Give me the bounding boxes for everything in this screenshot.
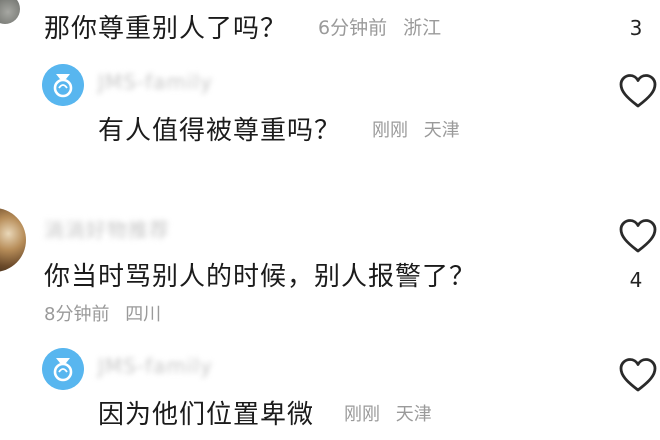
comment-meta: 刚刚 天津	[344, 400, 432, 426]
username[interactable]: JMS-family	[98, 70, 213, 94]
comment-text[interactable]: 你当时骂别人的时候，别人报警了？	[44, 256, 476, 293]
comment-time: 刚刚	[344, 404, 380, 425]
like-button[interactable]	[618, 72, 658, 110]
avatar[interactable]	[42, 64, 84, 106]
ring-badge-icon	[42, 64, 84, 106]
comment-location: 天津	[423, 120, 460, 141]
avatar[interactable]	[0, 0, 20, 24]
comment-location: 四川	[125, 304, 162, 325]
comment-time: 刚刚	[372, 120, 408, 141]
reply-text[interactable]: 有人值得被尊重吗？	[98, 110, 341, 147]
comment-meta: 6分钟前 浙江	[318, 13, 441, 40]
comment-location: 天津	[395, 404, 432, 425]
like-button[interactable]	[618, 217, 658, 255]
heart-outline-icon	[619, 219, 657, 253]
avatar[interactable]	[42, 348, 84, 390]
comment-time: 8分钟前	[44, 304, 110, 325]
reply-text[interactable]: 因为他们位置卑微	[98, 394, 314, 431]
like-button[interactable]	[618, 356, 658, 394]
comment-meta: 8分钟前 四川	[44, 300, 161, 326]
comment-thread: 那你尊重别人了吗？ 6分钟前 浙江 3 JMS-family 有人值得被尊重吗？…	[0, 0, 660, 440]
username[interactable]: 淌淌好物推荐	[44, 214, 170, 243]
like-count: 3	[629, 16, 643, 40]
comment-location: 浙江	[403, 17, 442, 39]
heart-outline-icon	[619, 74, 657, 108]
ring-badge-icon	[42, 348, 84, 390]
comment-time: 6分钟前	[318, 17, 388, 39]
username[interactable]: JMS-family	[98, 354, 213, 378]
comment-meta: 刚刚 天津	[372, 116, 460, 142]
comment-text[interactable]: 那你尊重别人了吗？	[44, 8, 287, 45]
heart-outline-icon	[619, 358, 657, 392]
like-count: 4	[629, 268, 643, 292]
avatar[interactable]	[0, 208, 26, 272]
